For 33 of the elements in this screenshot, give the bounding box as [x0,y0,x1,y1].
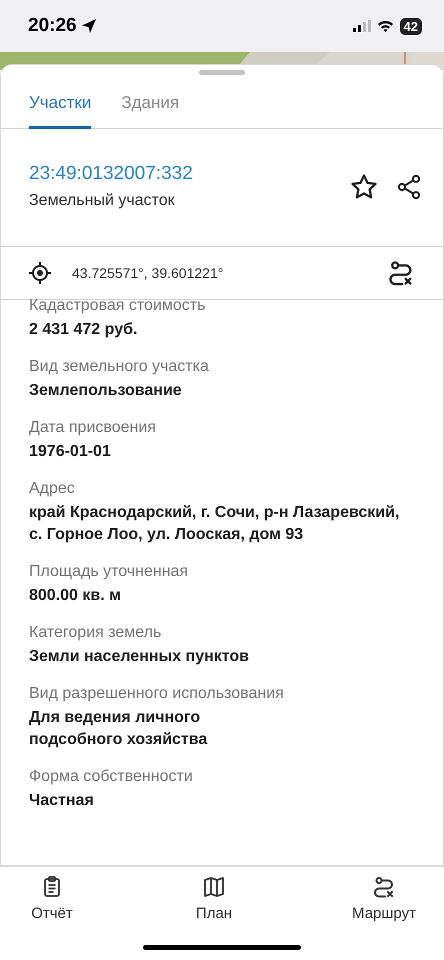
field-value: 1976-01-01 [29,442,112,462]
field-value: 2 431 472 руб. [29,320,138,340]
gps-target-icon[interactable] [28,261,52,285]
field-label: Адрес [29,479,76,499]
drag-handle[interactable] [199,70,245,75]
battery-level: 42 [400,18,422,34]
field-label: Площадь уточненная [29,562,190,582]
field-label: Дата присвоения [29,418,157,438]
wifi-icon [376,20,394,32]
parcel-type: Земельный участок [29,192,176,210]
clock: 20:26 [28,15,77,37]
route-icon [372,875,396,899]
nav-button[interactable]: Отчёт [22,875,82,922]
tab[interactable]: Участки [29,83,92,129]
cadastral-number[interactable]: 23:49:0132007:332 [29,163,333,185]
map-icon [202,875,226,899]
coordinates: 43.725571°, 39.601221° [72,265,224,281]
field-value: 800.00 кв. м [29,586,122,606]
field-label: Кадастровая стоимость [29,296,206,316]
signal-icon [352,20,371,32]
field-label: Вид разрешенного использования [29,684,285,704]
field-value: Для ведения личного подсобного хозяйства [29,708,208,750]
field-label: Категория земель [29,623,162,643]
field-value: Земли населенных пунктов [29,647,250,667]
nav-button[interactable]: План [162,875,266,922]
field-label: Вид земельного участка [29,357,210,377]
field-value: Землепользование [29,381,183,401]
field-value: Частная [29,791,95,811]
star-icon[interactable] [349,172,379,202]
field-value: край Краснодарский, г. Сочи, р-н Лазаревский, с. Горное Лоо, ул. Лооская, дом 93 [29,503,400,545]
field-label: Форма собственности [29,767,194,787]
nav-button[interactable]: Маршрут [346,875,422,922]
location-arrow-icon [80,18,97,34]
